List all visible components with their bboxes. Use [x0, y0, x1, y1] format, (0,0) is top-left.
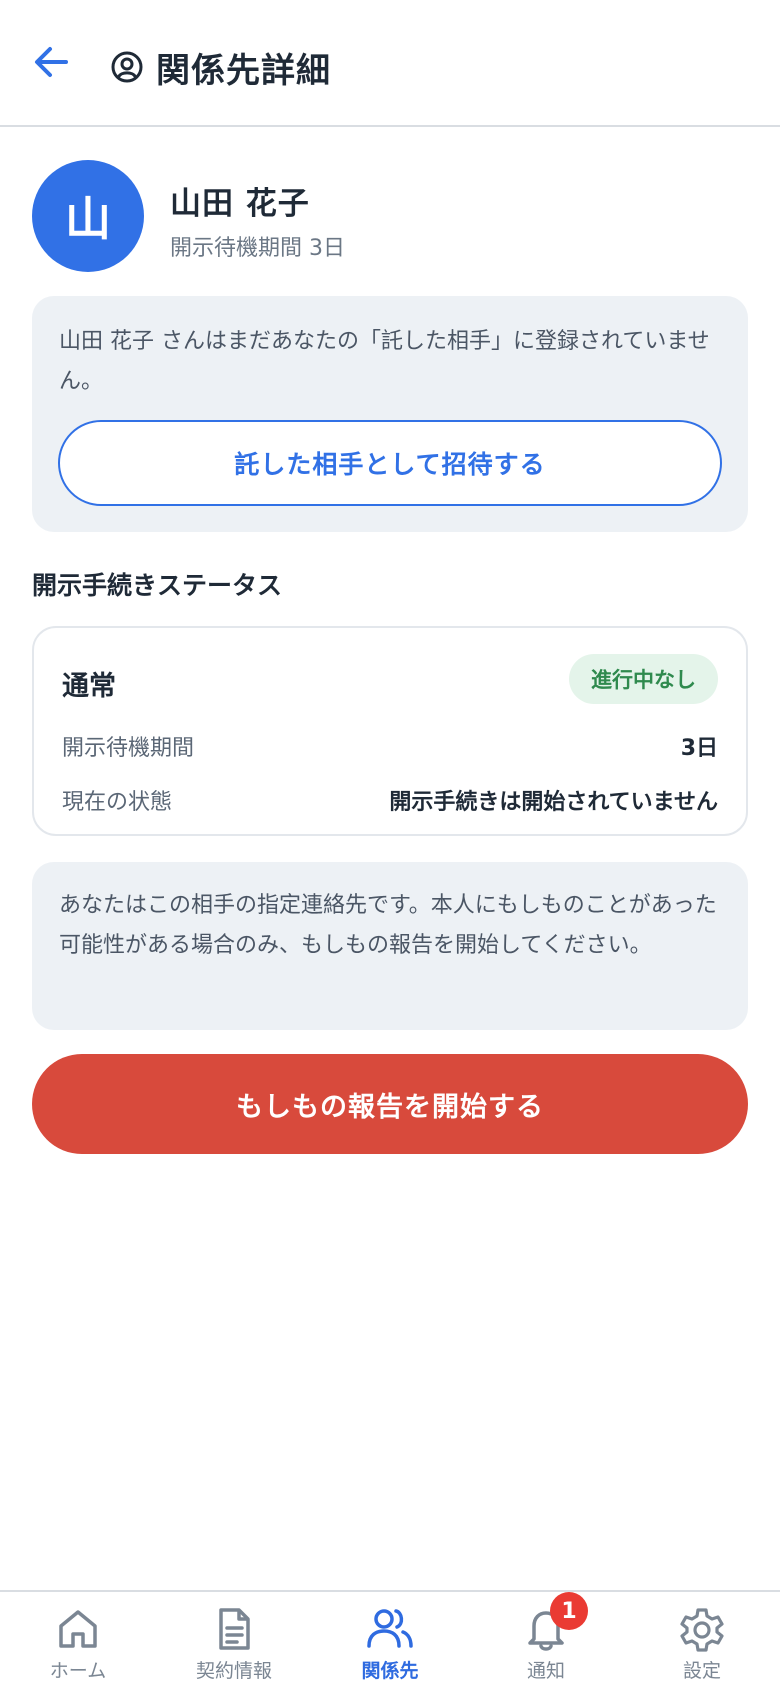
current-state-label: 現在の状態: [62, 790, 173, 815]
home-icon: [59, 1610, 97, 1648]
gear-icon: [680, 1608, 724, 1652]
avatar: 山: [32, 160, 144, 272]
status-section-title: 開示手続きステータス: [32, 571, 283, 600]
status-name: 通常: [62, 671, 116, 702]
tab-home-label: ホーム: [49, 1660, 107, 1682]
arrow-left-icon: [35, 47, 68, 77]
tab-notifications-label: 通知: [526, 1660, 565, 1682]
profile-summary: 山 山田 花子 開示待機期間 3日: [32, 160, 748, 272]
waiting-period-label: 開示待機期間: [62, 736, 195, 761]
profile-name: 山田 花子: [170, 186, 310, 222]
back-button[interactable]: [30, 40, 74, 84]
tab-home[interactable]: ホーム: [18, 1606, 138, 1690]
document-icon: [219, 1608, 250, 1650]
invite-message: 山田 花子 さんはまだあなたの「託した相手」に登録されていません。: [59, 329, 710, 394]
users-icon: [367, 1609, 413, 1648]
bottom-tab-bar: ホーム 契約情報 関係先 1 通知 設定: [0, 1590, 780, 1688]
notice-card: あなたはこの相手の指定連絡先です。本人にもしものことがあった可能性がある場合のみ…: [32, 862, 748, 1030]
invite-card: 山田 花子 さんはまだあなたの「託した相手」に登録されていません。 託した相手と…: [32, 296, 748, 532]
waiting-period-value: 3日: [680, 736, 718, 761]
profile-subtitle: 開示待機期間 3日: [170, 236, 345, 261]
app-header: 関係先詳細: [0, 0, 780, 127]
user-circle-icon: [111, 51, 143, 83]
tab-settings[interactable]: 設定: [642, 1606, 762, 1690]
current-state-value: 開示手続きは開始されていません: [389, 790, 718, 815]
notice-message: あなたはこの相手の指定連絡先です。本人にもしものことがあった可能性がある場合のみ…: [59, 893, 717, 958]
status-badge: 進行中なし: [569, 654, 718, 704]
invite-button[interactable]: 託した相手として招待する: [58, 420, 722, 506]
start-report-button[interactable]: もしもの報告を開始する: [32, 1054, 748, 1154]
tab-relations[interactable]: 関係先: [330, 1606, 450, 1690]
page-title: 関係先詳細: [156, 50, 331, 91]
tab-contract-info[interactable]: 契約情報: [174, 1606, 294, 1690]
tab-contract-info-label: 契約情報: [195, 1660, 272, 1682]
tab-relations-label: 関係先: [361, 1660, 419, 1682]
tab-settings-label: 設定: [682, 1660, 721, 1682]
page-title-group: 関係先詳細: [110, 43, 331, 91]
status-card: 通常 進行中なし 開示待機期間 3日 現在の状態 開示手続きは開始されていません: [32, 626, 748, 836]
tab-notifications[interactable]: 1 通知: [486, 1592, 606, 1690]
notification-count-badge: 1: [550, 1592, 588, 1630]
